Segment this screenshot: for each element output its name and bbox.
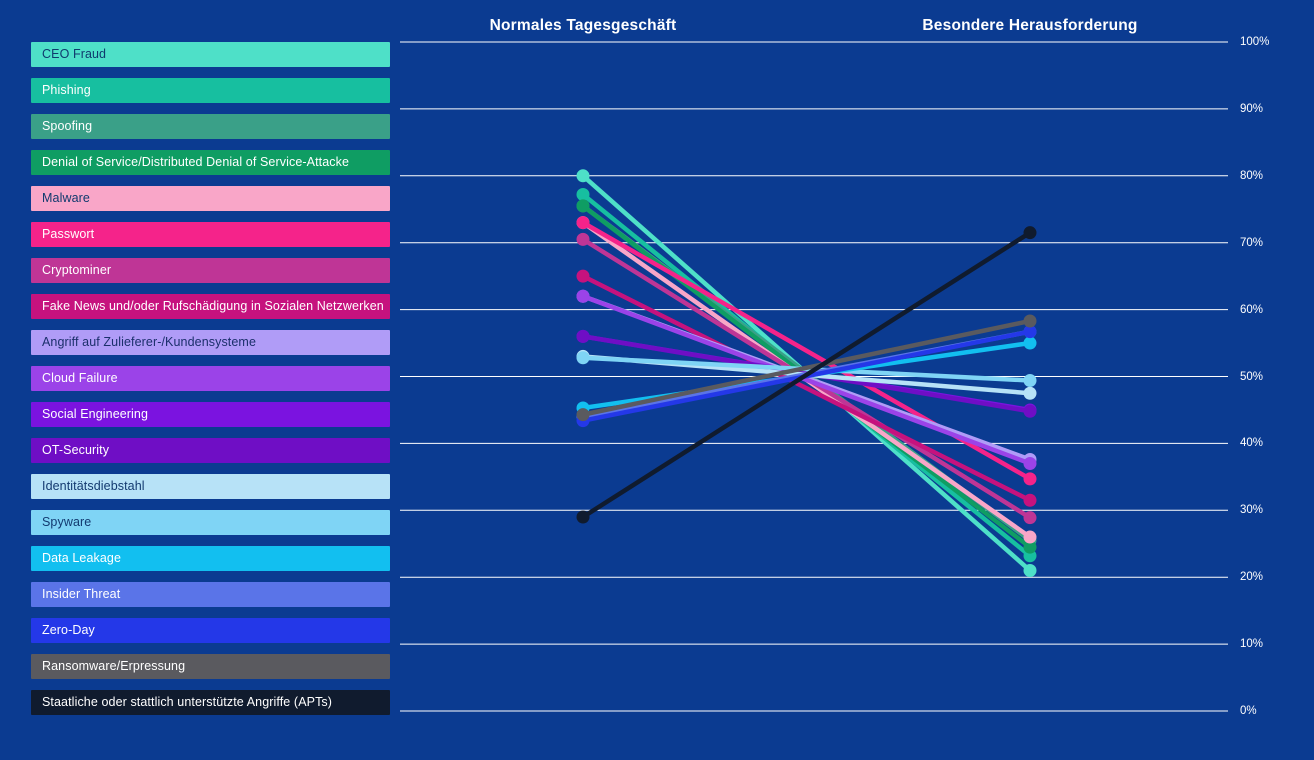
series-point[interactable]	[576, 199, 590, 213]
series-point[interactable]	[1023, 472, 1037, 486]
series-point[interactable]	[576, 351, 590, 365]
series-point[interactable]	[1023, 511, 1037, 525]
series-point[interactable]	[1023, 314, 1037, 328]
y-tick-label: 50%	[1240, 370, 1264, 383]
y-tick-label: 20%	[1240, 571, 1264, 584]
series-point[interactable]	[576, 329, 590, 343]
series-point[interactable]	[1023, 493, 1037, 507]
y-tick-label: 30%	[1240, 504, 1264, 517]
chart-page: CEO Fraud Phishing Spoofing Denial of Servi…	[0, 0, 1314, 760]
series-point[interactable]	[576, 216, 590, 230]
series-point[interactable]	[1023, 530, 1037, 544]
y-tick-label: 40%	[1240, 437, 1264, 450]
series-point[interactable]	[1023, 456, 1037, 470]
series-point[interactable]	[1023, 564, 1037, 578]
series-point[interactable]	[576, 289, 590, 303]
series-point[interactable]	[576, 510, 590, 524]
series-point[interactable]	[576, 188, 590, 202]
plot-svg	[400, 41, 1228, 712]
y-tick-label: 0%	[1240, 705, 1257, 717]
series-point[interactable]	[576, 232, 590, 246]
series-point[interactable]	[1023, 226, 1037, 240]
y-tick-label: 90%	[1240, 102, 1264, 115]
series-point[interactable]	[1023, 336, 1037, 350]
series-point[interactable]	[576, 169, 590, 183]
y-tick-label: 100%	[1240, 36, 1270, 48]
y-tick-label: 70%	[1240, 236, 1264, 249]
series-point[interactable]	[1023, 404, 1037, 418]
y-tick-label: 10%	[1240, 638, 1264, 651]
series-point[interactable]	[1023, 374, 1037, 388]
y-tick-label: 60%	[1240, 303, 1264, 316]
series-point[interactable]	[576, 408, 590, 422]
series-segment	[580, 293, 1033, 466]
series-point[interactable]	[576, 269, 590, 283]
y-tick-label: 80%	[1240, 169, 1264, 182]
parallel-coordinates-chart: Normales Tagesgeschäft Besondere Herausf…	[0, 0, 1314, 760]
series-point[interactable]	[1023, 386, 1037, 400]
